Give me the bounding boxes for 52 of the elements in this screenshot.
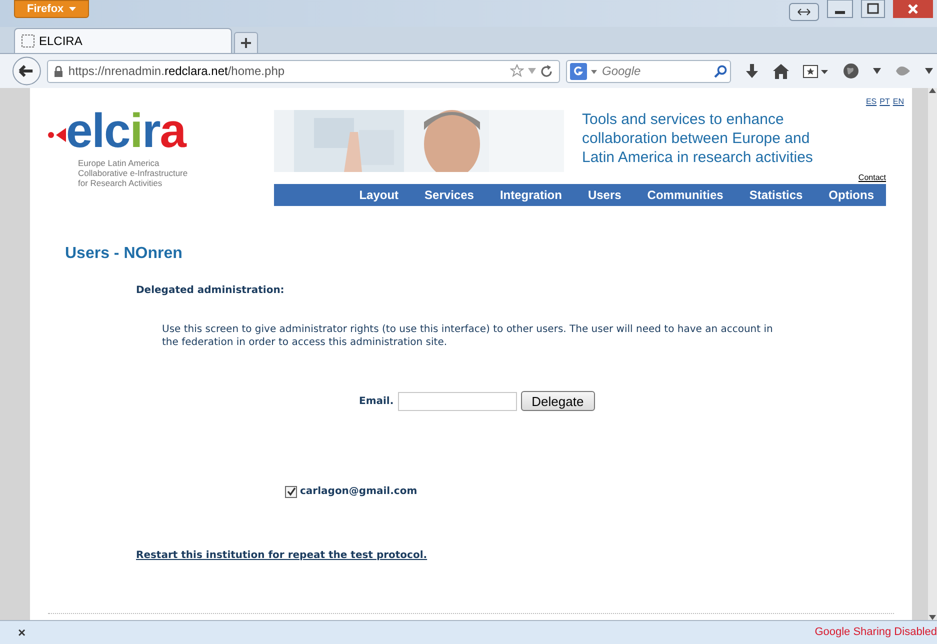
back-icon[interactable] bbox=[12, 56, 42, 86]
nav-link[interactable]: Options bbox=[828, 186, 874, 204]
close-bar-button[interactable]: × bbox=[18, 622, 26, 642]
lock-icon bbox=[54, 66, 64, 76]
plus-icon bbox=[241, 38, 251, 48]
search-icon[interactable] bbox=[714, 64, 727, 78]
close-icon[interactable] bbox=[893, 0, 933, 18]
minimize-icon[interactable] bbox=[827, 0, 853, 18]
new-tab-button[interactable] bbox=[234, 32, 258, 53]
logo-subtitle: Europe Latin America Collaborative e-Infrastructure for Research Activities bbox=[77, 158, 189, 188]
description: Use this screen to give administrator rights (to use this interface) to other users. The user will need to have an account in the federation in order to access this administration site. bbox=[162, 323, 774, 349]
search-field[interactable]: Google bbox=[602, 62, 710, 80]
bookmarks-icon[interactable] bbox=[803, 64, 829, 78]
page-icon bbox=[21, 34, 35, 48]
nav-link[interactable]: Users bbox=[588, 186, 622, 204]
nav-link[interactable]: Layout bbox=[359, 186, 399, 204]
restore-icon[interactable] bbox=[789, 3, 819, 21]
download-icon[interactable] bbox=[745, 64, 759, 78]
language-link[interactable]: ES bbox=[866, 96, 877, 110]
dropdown-icon[interactable] bbox=[925, 68, 933, 74]
user-email: carlagon@gmail.com bbox=[300, 485, 418, 499]
nav-link[interactable]: Services bbox=[424, 186, 474, 204]
restart-link[interactable]: Restart this institution for repeat the test protocol. bbox=[136, 548, 428, 563]
section-heading: Delegated administration: bbox=[136, 284, 286, 298]
status-message: Google Sharing Disabled bbox=[814, 625, 937, 640]
tagline: Tools and services to enhance collaboration between Europe and Latin America in research activities bbox=[581, 110, 814, 168]
delegate-button[interactable]: Delegate bbox=[520, 391, 595, 411]
browser-tab[interactable]: ELCIRA bbox=[14, 28, 232, 53]
caret-icon bbox=[68, 7, 76, 11]
nav-link[interactable]: Communities bbox=[647, 186, 724, 204]
dropdown-icon[interactable] bbox=[873, 68, 881, 74]
language-link[interactable]: EN bbox=[892, 96, 904, 110]
star-icon[interactable] bbox=[510, 64, 524, 78]
address-bar[interactable]: https://nrenadmin.redclara.net/home.php bbox=[47, 60, 560, 82]
search-bar[interactable]: Google bbox=[566, 60, 731, 82]
email-field[interactable] bbox=[398, 392, 517, 410]
globe-icon[interactable] bbox=[843, 63, 859, 79]
nav-link[interactable]: Statistics bbox=[749, 186, 803, 204]
contact-link[interactable]: Contact bbox=[858, 172, 886, 184]
arrow-dot-icon bbox=[48, 128, 66, 142]
home-icon[interactable] bbox=[773, 64, 789, 78]
page-title: Users - NOnren bbox=[65, 244, 184, 264]
language-link[interactable]: PT bbox=[880, 96, 890, 110]
checkbox[interactable] bbox=[285, 486, 297, 498]
url-text: https://nrenadmin.redclara.net/home.php bbox=[68, 63, 286, 80]
logo-wordmark: elcira bbox=[66, 108, 186, 156]
maximize-icon[interactable] bbox=[861, 0, 885, 18]
search-engine-icon[interactable] bbox=[570, 62, 598, 80]
reload-icon[interactable] bbox=[540, 64, 553, 78]
tab-title: ELCIRA bbox=[39, 33, 82, 50]
nav-link[interactable]: Integration bbox=[500, 186, 562, 204]
email-label: Email. bbox=[359, 394, 394, 408]
